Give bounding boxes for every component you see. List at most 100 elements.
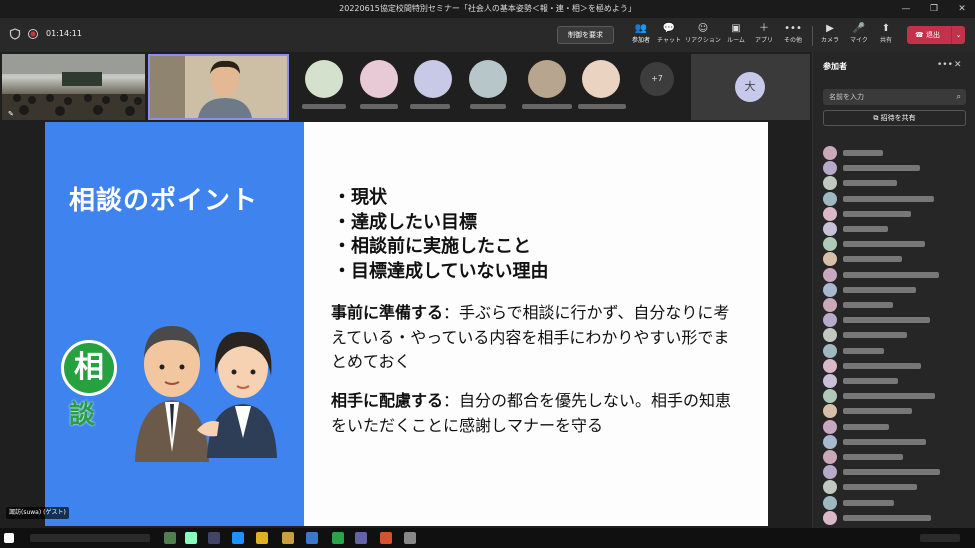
participant-avatar[interactable] bbox=[528, 60, 566, 98]
participant-name-blurred bbox=[578, 104, 626, 109]
participant-name-blurred bbox=[843, 302, 893, 308]
taskbar-app-icon[interactable] bbox=[208, 532, 220, 544]
avatar bbox=[823, 404, 837, 419]
windows-start-icon[interactable] bbox=[4, 533, 14, 543]
bullet-list: ・現状 ・達成したい目標 ・相談前に実施したこと ・目標達成していない理由 bbox=[333, 186, 548, 284]
taskbar-search-blurred[interactable] bbox=[30, 534, 150, 542]
businesswoman-illustration-icon bbox=[197, 331, 277, 458]
classroom-video[interactable]: ✎ bbox=[2, 54, 145, 120]
avatar bbox=[823, 343, 837, 358]
bullet-item: ・目標達成していない理由 bbox=[333, 260, 549, 282]
avatar bbox=[823, 328, 837, 343]
avatar bbox=[823, 282, 837, 297]
share-invite-button[interactable]: ⧉ 招待を共有 bbox=[823, 110, 966, 126]
more-button[interactable]: ••• その他 bbox=[775, 22, 811, 50]
meeting-toolbar: 01:14:11 制御を要求 👥 参加者 💬 チャット ☺ リアクション ▣ ル… bbox=[0, 18, 975, 54]
avatar bbox=[823, 434, 837, 449]
consideration-paragraph: 相手に配慮する：自分の都合を優先しない。相手の知恵をいただくことに感謝しマナーを… bbox=[331, 391, 732, 435]
participant-name-blurred bbox=[360, 104, 398, 109]
taskbar-app-icon[interactable] bbox=[256, 532, 268, 544]
participant-name-blurred bbox=[843, 393, 935, 400]
taskbar-app-icon[interactable] bbox=[232, 532, 244, 544]
avatar bbox=[823, 374, 837, 388]
reactions-button[interactable]: ☺ リアクション bbox=[685, 22, 721, 50]
share-button[interactable]: ⬆ 共有 bbox=[868, 22, 904, 50]
search-input[interactable]: 名前を入力 ⌕ bbox=[823, 89, 966, 105]
participant-name-blurred bbox=[843, 484, 917, 491]
restore-button[interactable]: ❐ bbox=[921, 0, 947, 18]
avatar bbox=[823, 206, 837, 221]
avatar bbox=[823, 252, 837, 267]
search-icon: ⌕ bbox=[956, 92, 961, 101]
taskbar-app-icon[interactable] bbox=[185, 532, 197, 544]
taskbar-app-icon[interactable] bbox=[282, 532, 294, 544]
more-icon: ••• bbox=[784, 23, 802, 34]
participant-avatar[interactable] bbox=[582, 60, 620, 98]
avatar: 大 bbox=[735, 72, 765, 102]
participant-name-blurred bbox=[522, 104, 572, 109]
presenter-name-tag: 諏訪(suwa) (ゲスト) bbox=[6, 507, 69, 519]
tab-chat[interactable]: 💬 チャット bbox=[651, 22, 687, 50]
request-control-button[interactable]: 制御を要求 bbox=[557, 26, 614, 44]
participant-name-blurred bbox=[843, 347, 884, 354]
avatar bbox=[823, 191, 837, 206]
avatar bbox=[823, 419, 837, 434]
participant-name-blurred bbox=[843, 317, 930, 324]
leave-button[interactable]: ☎ 退出 ⌄ bbox=[907, 26, 965, 44]
participant-name-blurred bbox=[843, 195, 934, 202]
shared-screen: 相談のポイント 相 談 ・現状 ・達成したい目標 ・相談前に実施したこと ・目標… bbox=[0, 120, 812, 528]
svg-text:✎: ✎ bbox=[8, 110, 14, 118]
panel-title: 参加者 bbox=[823, 62, 847, 71]
reaction-icon: ☺ bbox=[697, 23, 709, 34]
close-button[interactable]: ✕ bbox=[949, 0, 975, 18]
participant-name-blurred bbox=[843, 408, 912, 415]
participant-name-blurred bbox=[843, 165, 920, 172]
participant-avatar[interactable] bbox=[305, 60, 343, 98]
panel-more-icon[interactable]: ••• bbox=[937, 60, 953, 70]
avatar bbox=[823, 176, 837, 191]
share-icon: ⬆ bbox=[881, 23, 891, 34]
speaker-video[interactable] bbox=[148, 54, 289, 120]
participant-name-blurred bbox=[843, 241, 925, 248]
prepare-paragraph: 事前に準備する：手ぶらで相談に行かず、自分なりに考えている・やっている内容を相手… bbox=[331, 303, 730, 371]
taskbar bbox=[0, 528, 975, 548]
recording-icon bbox=[28, 29, 38, 39]
more-participants-button[interactable]: +7 bbox=[640, 62, 674, 96]
avatar bbox=[823, 510, 837, 525]
panel-close-icon[interactable]: ✕ bbox=[954, 60, 962, 70]
avatar bbox=[823, 465, 837, 480]
shield-icon bbox=[9, 28, 21, 40]
participant-name-blurred bbox=[843, 362, 921, 369]
so-character-badge: 相 bbox=[61, 340, 117, 396]
taskbar-app-icon[interactable] bbox=[380, 532, 392, 544]
taskbar-app-icon[interactable] bbox=[306, 532, 318, 544]
participant-name-blurred bbox=[843, 438, 926, 445]
classroom-scene-icon: ✎ bbox=[2, 54, 145, 120]
slide-sidebar: 相談のポイント 相 談 bbox=[45, 122, 304, 526]
avatar bbox=[823, 222, 837, 236]
participant-avatar[interactable] bbox=[360, 60, 398, 98]
taskbar-teams-icon[interactable] bbox=[355, 532, 367, 544]
participant-avatar[interactable] bbox=[414, 60, 452, 98]
participant-name-blurred bbox=[410, 104, 450, 109]
participant-name-blurred bbox=[843, 332, 907, 339]
chevron-down-icon[interactable]: ⌄ bbox=[951, 26, 965, 44]
avatar bbox=[823, 146, 837, 160]
slide: 相談のポイント 相 談 ・現状 ・達成したい目標 ・相談前に実施したこと ・目標… bbox=[45, 122, 768, 526]
taskbar-app-icon[interactable] bbox=[332, 532, 344, 544]
chat-icon: 💬 bbox=[662, 23, 676, 34]
bullet-item: ・相談前に実施したこと bbox=[333, 236, 531, 257]
avatar bbox=[823, 237, 837, 252]
participants-panel: 参加者 ••• ✕ 名前を入力 ⌕ ⧉ 招待を共有 bbox=[812, 52, 975, 528]
taskbar-app-icon[interactable] bbox=[164, 532, 176, 544]
participant-name-blurred bbox=[843, 150, 883, 156]
bullet-item: ・達成したい目標 bbox=[333, 211, 477, 233]
participant-tile[interactable]: 大 bbox=[691, 54, 810, 120]
participant-avatar[interactable] bbox=[469, 60, 507, 98]
taskbar-app-icon[interactable] bbox=[404, 532, 416, 544]
participant-name-blurred bbox=[843, 271, 939, 278]
participant-name-blurred bbox=[843, 454, 903, 460]
avatar bbox=[823, 358, 837, 373]
taskbar-clock-blurred bbox=[920, 534, 960, 542]
minimize-button[interactable]: — bbox=[893, 0, 919, 18]
